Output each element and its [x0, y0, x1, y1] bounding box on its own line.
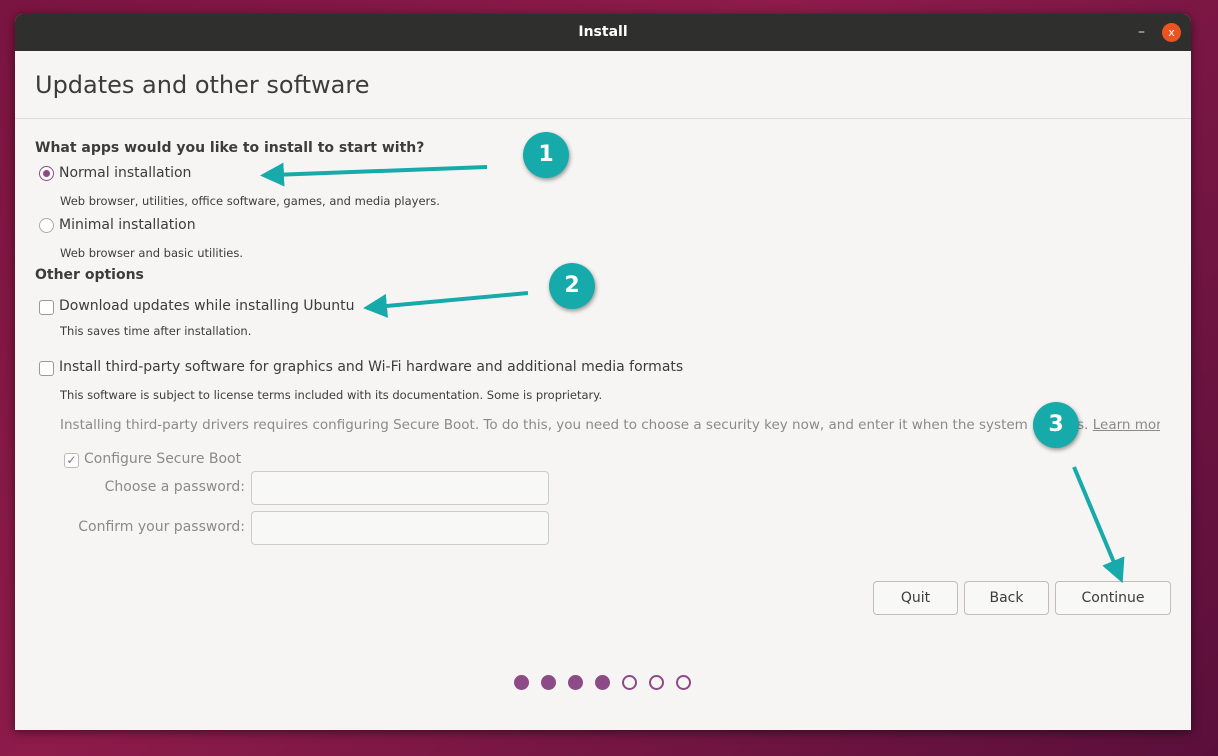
- normal-installation-desc: Web browser, utilities, office software,…: [60, 194, 440, 208]
- normal-installation-label[interactable]: Normal installation: [59, 165, 191, 181]
- title-bar: Install – x: [15, 14, 1191, 51]
- minimal-installation-radio[interactable]: [39, 218, 54, 233]
- learn-more-link[interactable]: Learn more...: [1093, 417, 1160, 433]
- divider: [15, 118, 1191, 119]
- progress-dot-2: [541, 675, 556, 690]
- page-title: Updates and other software: [35, 71, 369, 99]
- confirm-password-input[interactable]: [251, 511, 549, 545]
- progress-dot-4: [595, 675, 610, 690]
- download-updates-desc: This saves time after installation.: [60, 324, 251, 338]
- confirm-password-label: Confirm your password:: [78, 519, 245, 535]
- progress-dot-6: [649, 675, 664, 690]
- download-updates-label[interactable]: Download updates while installing Ubuntu: [59, 298, 355, 314]
- minimal-installation-label[interactable]: Minimal installation: [59, 217, 196, 233]
- progress-dot-1: [514, 675, 529, 690]
- progress-dot-3: [568, 675, 583, 690]
- password-label: Choose a password:: [105, 479, 245, 495]
- normal-installation-radio[interactable]: [39, 166, 54, 181]
- configure-secure-boot-label[interactable]: Configure Secure Boot: [84, 451, 241, 467]
- third-party-label[interactable]: Install third-party software for graphic…: [59, 359, 683, 375]
- secure-boot-info-text: Installing third-party drivers requires …: [60, 417, 1088, 433]
- progress-dot-7: [676, 675, 691, 690]
- annotation-badge-2: 2: [549, 263, 595, 309]
- third-party-desc: This software is subject to license term…: [60, 388, 602, 402]
- secure-boot-info: Installing third-party drivers requires …: [60, 417, 1160, 433]
- quit-button[interactable]: Quit: [873, 581, 958, 615]
- continue-button[interactable]: Continue: [1055, 581, 1171, 615]
- minimal-installation-desc: Web browser and basic utilities.: [60, 246, 243, 260]
- installer-window: Install – x Updates and other software W…: [15, 14, 1191, 730]
- annotation-badge-3: 3: [1033, 402, 1079, 448]
- window-title: Install: [578, 24, 627, 40]
- apps-question: What apps would you like to install to s…: [35, 140, 424, 156]
- download-updates-checkbox[interactable]: [39, 300, 54, 315]
- password-input[interactable]: [251, 471, 549, 505]
- progress-dot-5: [622, 675, 637, 690]
- close-button[interactable]: x: [1162, 23, 1181, 42]
- back-button[interactable]: Back: [964, 581, 1049, 615]
- minimize-button[interactable]: –: [1138, 14, 1145, 51]
- configure-secure-boot-checkbox[interactable]: ✓: [64, 453, 79, 468]
- third-party-checkbox[interactable]: [39, 361, 54, 376]
- other-options-heading: Other options: [35, 267, 144, 283]
- annotation-badge-1: 1: [523, 132, 569, 178]
